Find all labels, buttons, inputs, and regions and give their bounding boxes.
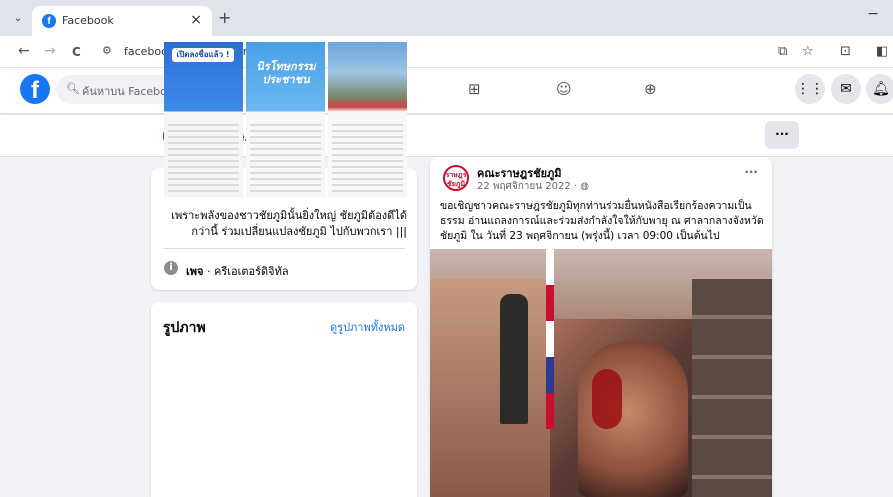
category-value: · ครีเอเตอร์ดิจิทัล — [203, 265, 289, 278]
browser-tab[interactable]: f Facebook × — [32, 6, 212, 36]
see-all-photos-link[interactable]: ดูรูปภาพทั้งหมด — [330, 318, 405, 336]
forward-icon[interactable]: → — [44, 43, 56, 59]
thumbnail-text-lines — [332, 124, 403, 194]
post-text: ขอเชิญชาวคณะราษฎรชัยภูมิทุกท่านร่วมยื่นห… — [440, 200, 764, 242]
post-image[interactable] — [430, 249, 772, 497]
thumbnail-caption: เปิดลงชื่อแล้ว ! — [172, 48, 234, 62]
photo-thumbnail[interactable]: นิรโทษกรรม ประชาชน — [246, 42, 325, 197]
thumbnail-text-lines — [168, 124, 239, 194]
post-card: ราษฎร ชัยภูมิ คณะราษฎรชัยภูมิ 22 พฤศจิกา… — [430, 157, 772, 497]
notifications-icon[interactable]: 🔔︎ — [866, 74, 893, 104]
thumbnail-caption: นิรโทษกรรม ประชาชน — [256, 60, 316, 86]
marketplace-icon[interactable]: ⊞ — [468, 80, 481, 98]
category-label: เพจ — [186, 265, 204, 278]
tab-title: Facebook — [62, 14, 114, 27]
image-collage — [692, 279, 772, 497]
groups-icon[interactable]: ☺ — [556, 80, 572, 98]
post-author-avatar[interactable]: ราษฎร ชัยภูมิ — [443, 165, 469, 191]
intro-bio: เพราะพลังของชาวชัยภูมินั้นยิ่งใหญ่ ชัยภู… — [171, 209, 407, 238]
image-building — [430, 279, 550, 497]
address-bar: ← → C ⚙ facebook.com/CYP.Demo ⧉ ☆ ⊡ ◧ — [0, 36, 893, 68]
post-timestamp[interactable]: 22 พฤศจิกายน 2022 · ◍ — [477, 179, 589, 194]
post-more-button[interactable]: ··· — [744, 165, 758, 179]
browser-tab-strip: ⌄ f Facebook × + − — [0, 0, 893, 36]
search-icon: 🔍︎ — [66, 82, 80, 95]
minimize-button[interactable]: − — [867, 6, 879, 22]
new-tab-button[interactable]: + — [218, 8, 231, 27]
globe-icon: ◍ — [580, 181, 590, 192]
photos-card: รูปภาพ ดูรูปภาพทั้งหมด — [151, 302, 417, 497]
image-blood-overlay — [592, 369, 622, 429]
facebook-header: f 🔍︎ ค้นหาบน Facebook ⌂ ▶ ⊞ ☺ ⊕ ⋮⋮ ✉ 🔔︎ — [0, 68, 893, 114]
messenger-icon[interactable]: ✉ — [831, 74, 861, 104]
page-header-bar: ราษฎร ชัยภูมิ คณะราษฎรชัยภูมิ ··· — [0, 115, 893, 157]
divider — [163, 248, 405, 249]
cast-icon[interactable]: ⧉ — [778, 44, 787, 59]
image-statue — [500, 294, 528, 424]
gaming-icon[interactable]: ⊕ — [644, 80, 657, 98]
page-category: เพจ · ครีเอเตอร์ดิจิทัล — [186, 262, 289, 280]
thumbnail-text-lines — [250, 124, 321, 194]
extensions-icon[interactable]: ⊡ — [840, 44, 851, 59]
menu-grid-icon[interactable]: ⋮⋮ — [795, 74, 825, 104]
photos-title: รูปภาพ — [163, 320, 206, 336]
page-more-button[interactable]: ··· — [765, 121, 799, 149]
photo-thumbnail[interactable] — [328, 42, 407, 197]
tab-close-icon[interactable]: × — [190, 12, 202, 28]
bookmark-star-icon[interactable]: ☆ — [802, 44, 814, 59]
photo-thumbnail[interactable]: เปิดลงชื่อแล้ว ! — [164, 42, 243, 197]
reload-icon[interactable]: C — [72, 45, 81, 59]
post-time-text: 22 พฤศจิกายน 2022 · — [477, 181, 581, 192]
tab-search-chevron-icon[interactable]: ⌄ — [8, 9, 28, 29]
info-icon: i — [164, 261, 178, 275]
site-settings-icon[interactable]: ⚙ — [102, 44, 112, 57]
facebook-logo[interactable]: f — [20, 74, 50, 104]
side-panel-icon[interactable]: ◧ — [876, 44, 888, 59]
image-thai-flag — [546, 249, 554, 429]
facebook-favicon-icon: f — [42, 14, 56, 28]
back-icon[interactable]: ← — [18, 43, 30, 59]
